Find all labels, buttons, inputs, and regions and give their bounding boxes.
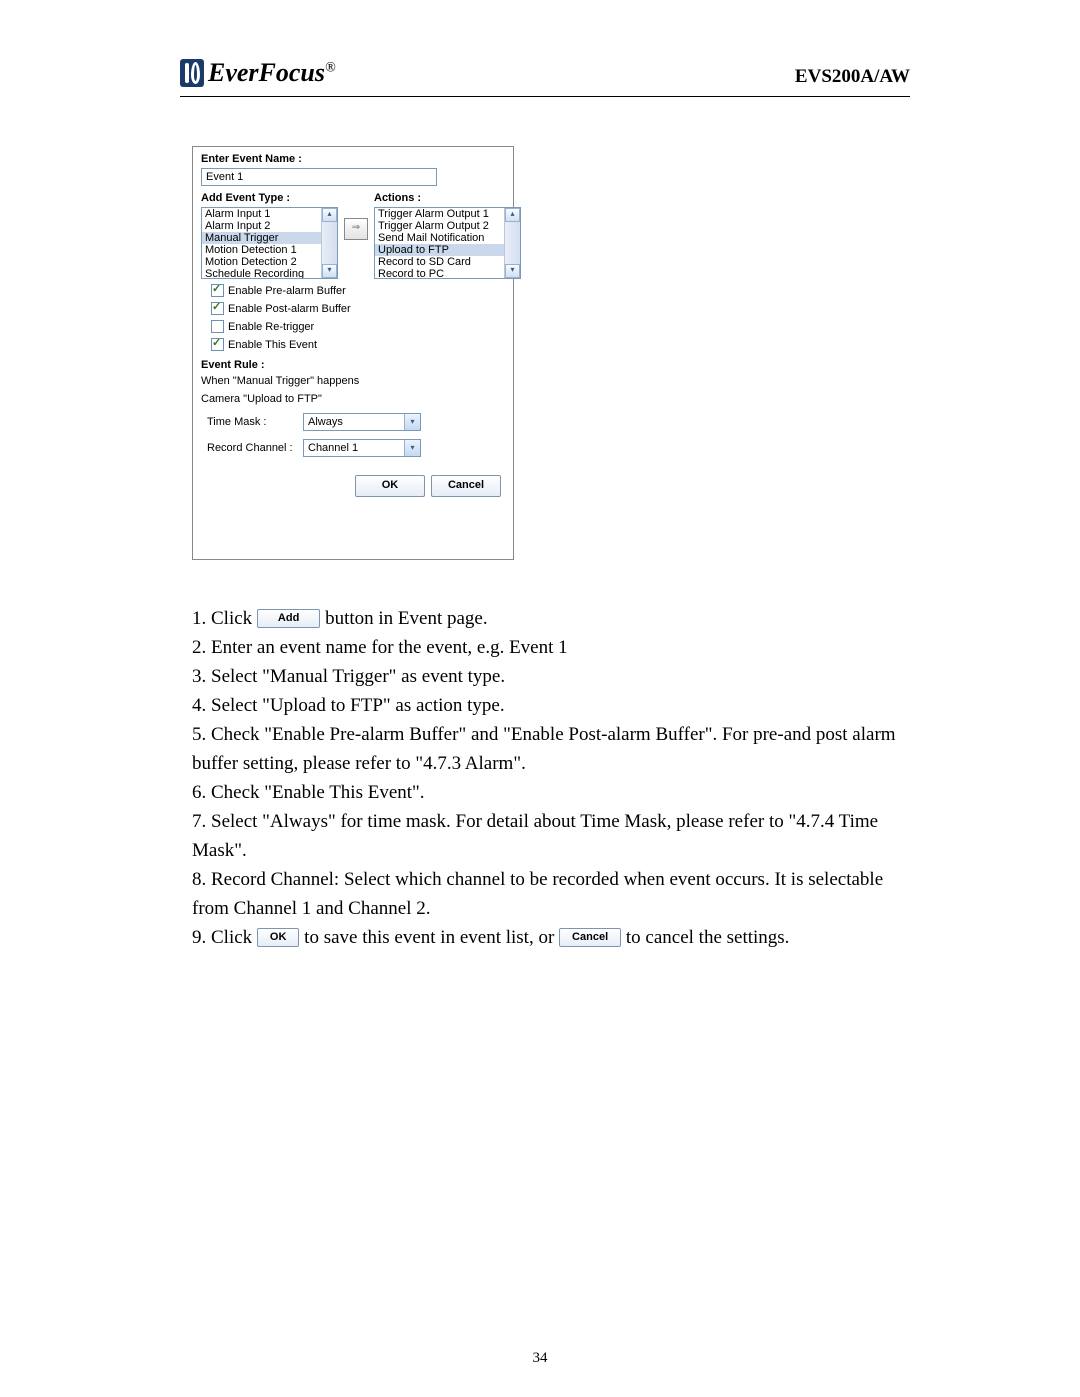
inline-add-button: Add	[257, 609, 320, 628]
actions-listbox[interactable]: Trigger Alarm Output 1 Trigger Alarm Out…	[374, 207, 521, 279]
brand-logo: EverFocus®	[180, 58, 336, 88]
instruction-9: 9. Click OK to save this event in event …	[192, 923, 905, 952]
scroll-up-icon[interactable]: ▴	[322, 208, 337, 222]
list-item[interactable]: Record to SD Card	[375, 256, 520, 268]
list-item[interactable]: Manual Trigger	[202, 232, 337, 244]
enable-event-checkbox-row[interactable]: Enable This Event	[211, 338, 505, 351]
record-channel-select[interactable]: Channel 1 ▾	[303, 439, 421, 457]
enable-event-label: Enable This Event	[228, 339, 317, 351]
list-item[interactable]: Send Mail Notification	[375, 232, 520, 244]
instruction-3: 3. Select "Manual Trigger" as event type…	[192, 662, 905, 691]
list-item[interactable]: Alarm Input 2	[202, 220, 337, 232]
checkbox-icon[interactable]	[211, 338, 224, 351]
time-mask-select[interactable]: Always ▾	[303, 413, 421, 431]
pre-alarm-label: Enable Pre-alarm Buffer	[228, 285, 346, 297]
instruction-7: 7. Select "Always" for time mask. For de…	[192, 807, 905, 865]
add-event-type-label: Add Event Type :	[201, 192, 338, 204]
event-dialog: Enter Event Name : Add Event Type : Alar…	[192, 146, 514, 560]
scroll-up-icon[interactable]: ▴	[505, 208, 520, 222]
event-name-input[interactable]	[201, 168, 437, 186]
chevron-down-icon[interactable]: ▾	[404, 414, 420, 430]
instruction-5: 5. Check "Enable Pre-alarm Buffer" and "…	[192, 720, 905, 778]
list-item[interactable]: Alarm Input 1	[202, 208, 337, 220]
post-alarm-checkbox-row[interactable]: Enable Post-alarm Buffer	[211, 302, 505, 315]
event-name-label: Enter Event Name :	[201, 153, 505, 165]
rule-line-1: When "Manual Trigger" happens	[201, 375, 505, 387]
list-item[interactable]: Trigger Alarm Output 2	[375, 220, 520, 232]
actions-label: Actions :	[374, 192, 521, 204]
logo-icon	[180, 59, 204, 87]
rule-line-2: Camera "Upload to FTP"	[201, 393, 505, 405]
page-number: 34	[0, 1350, 1080, 1367]
cancel-button[interactable]: Cancel	[431, 475, 501, 497]
record-channel-label: Record Channel :	[207, 442, 303, 454]
instruction-6: 6. Check "Enable This Event".	[192, 778, 905, 807]
header-divider	[180, 96, 910, 97]
checkbox-icon[interactable]	[211, 320, 224, 333]
brand-text: EverFocus®	[208, 58, 336, 88]
record-channel-value: Channel 1	[308, 442, 358, 454]
scroll-down-icon[interactable]: ▾	[322, 264, 337, 278]
checkbox-icon[interactable]	[211, 284, 224, 297]
post-alarm-label: Enable Post-alarm Buffer	[228, 303, 351, 315]
scroll-down-icon[interactable]: ▾	[505, 264, 520, 278]
retrigger-label: Enable Re-trigger	[228, 321, 314, 333]
instruction-4: 4. Select "Upload to FTP" as action type…	[192, 691, 905, 720]
list-item[interactable]: Motion Detection 1	[202, 244, 337, 256]
pre-alarm-checkbox-row[interactable]: Enable Pre-alarm Buffer	[211, 284, 505, 297]
model-label: EVS200A/AW	[795, 66, 910, 88]
instruction-1: 1. Click Add button in Event page.	[192, 604, 905, 633]
list-item[interactable]: Trigger Alarm Output 1	[375, 208, 520, 220]
list-item[interactable]: Motion Detection 2	[202, 256, 337, 268]
retrigger-checkbox-row[interactable]: Enable Re-trigger	[211, 320, 505, 333]
instruction-8: 8. Record Channel: Select which channel …	[192, 865, 905, 923]
ok-button[interactable]: OK	[355, 475, 425, 497]
scrollbar[interactable]: ▴ ▾	[504, 208, 520, 278]
time-mask-value: Always	[308, 416, 343, 428]
time-mask-label: Time Mask :	[207, 416, 303, 428]
list-item[interactable]: Schedule Recording	[202, 268, 337, 279]
event-type-listbox[interactable]: Alarm Input 1 Alarm Input 2 Manual Trigg…	[201, 207, 338, 279]
list-item[interactable]: Upload to FTP	[375, 244, 520, 256]
instruction-2: 2. Enter an event name for the event, e.…	[192, 633, 905, 662]
chevron-down-icon[interactable]: ▾	[404, 440, 420, 456]
instructions: 1. Click Add button in Event page. 2. En…	[192, 604, 905, 952]
scrollbar[interactable]: ▴ ▾	[321, 208, 337, 278]
checkbox-icon[interactable]	[211, 302, 224, 315]
inline-cancel-button: Cancel	[559, 928, 621, 947]
inline-ok-button: OK	[257, 928, 300, 947]
event-rule-label: Event Rule :	[201, 359, 505, 371]
list-item[interactable]: Record to PC	[375, 268, 520, 279]
assign-arrow-button[interactable]: ⇒	[344, 218, 368, 240]
